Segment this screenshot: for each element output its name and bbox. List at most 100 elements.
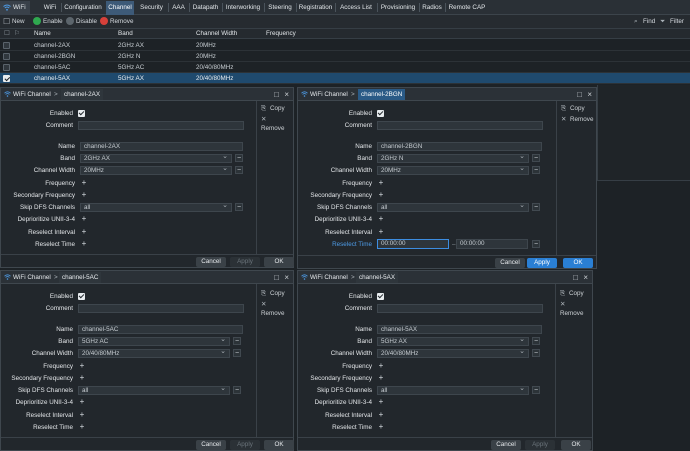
band-remove-button[interactable]: − [532,154,540,162]
remove-side-button[interactable]: ✕Remove [560,300,592,318]
ok-button[interactable]: OK [561,440,591,450]
close-icon[interactable]: × [587,89,592,100]
table-row[interactable]: channel-5AC 5GHz AC 20/40/80MHz [0,62,690,73]
close-icon[interactable]: × [583,272,588,283]
enabled-checkbox[interactable] [78,110,85,117]
reselect-time-from-input[interactable]: 00:00:00 [377,239,449,249]
reselect-interval-add-button[interactable]: + [78,411,86,419]
frequency-add-button[interactable]: + [80,179,88,187]
cancel-button[interactable]: Cancel [491,440,521,450]
filter-button[interactable]: Filter [670,17,684,27]
skip-dfs-select[interactable]: all [78,385,230,395]
tab-steering[interactable]: Steering [265,1,295,15]
width-remove-button[interactable]: − [532,166,540,174]
table-row[interactable]: channel-5AX 5GHz AX 20/40/80MHz [0,73,690,84]
remove-side-button[interactable]: ✕Remove [561,115,593,124]
add-icon[interactable]: ☐ [3,17,10,27]
row-checkbox[interactable] [3,53,10,60]
reselect-time-add-button[interactable]: + [78,423,86,431]
reselect-interval-add-button[interactable]: + [80,228,88,236]
secondary-frequency-add-button[interactable]: + [78,374,86,382]
secondary-frequency-add-button[interactable]: + [377,374,385,382]
tab-wifi-menu[interactable]: WiFi [0,1,30,15]
find-button[interactable]: Find [643,17,655,27]
band-remove-button[interactable]: − [235,154,243,162]
cancel-button[interactable]: Cancel [495,258,525,268]
reselect-time-add-button[interactable]: + [377,423,385,431]
table-row[interactable]: channel-2BGN 2GHz N 20MHz [0,51,690,62]
tab-access-list[interactable]: Access List [336,1,376,15]
deprioritize-add-button[interactable]: + [80,215,88,223]
frequency-add-button[interactable]: + [78,362,86,370]
ok-button[interactable]: OK [264,440,294,450]
column-header-frequency[interactable]: Frequency [266,30,296,38]
skip-dfs-remove-button[interactable]: − [235,203,243,211]
band-select[interactable]: 5GHz AC [78,336,230,346]
apply-button[interactable]: Apply [527,258,557,268]
reselect-time-remove-button[interactable]: − [532,240,540,248]
name-field[interactable]: channel-2AX [80,142,243,151]
skip-dfs-select[interactable]: all [377,202,529,212]
column-header-band[interactable]: Band [118,30,133,38]
band-select[interactable]: 2GHz AX [80,153,232,163]
comment-field[interactable] [377,121,543,130]
maximize-icon[interactable]: □ [274,89,279,100]
frequency-add-button[interactable]: + [377,362,385,370]
skip-dfs-remove-button[interactable]: − [233,386,241,394]
tab-security[interactable]: Security [136,1,167,15]
width-remove-button[interactable]: − [532,349,540,357]
reselect-time-to-input[interactable]: 00:00:00 [456,239,528,249]
enabled-checkbox[interactable] [78,293,85,300]
close-icon[interactable]: × [284,272,289,283]
column-header-name[interactable]: Name [34,30,51,38]
enabled-checkbox[interactable] [377,110,384,117]
tab-registration[interactable]: Registration [297,1,334,15]
maximize-icon[interactable]: □ [274,272,279,283]
tab-interworking[interactable]: Interworking [223,1,263,15]
name-field[interactable]: channel-5AX [377,325,542,334]
row-checkbox[interactable] [3,64,10,71]
reselect-time-add-button[interactable]: + [80,240,88,248]
remove-side-button[interactable]: ✕Remove [261,115,293,133]
tab-remote-cap[interactable]: Remote CAP [446,1,488,15]
secondary-frequency-add-button[interactable]: + [377,191,385,199]
table-row[interactable]: channel-2AX 2GHz AX 20MHz [0,40,690,51]
row-checkbox[interactable] [3,42,10,49]
band-remove-button[interactable]: − [532,337,540,345]
band-remove-button[interactable]: − [233,337,241,345]
channel-width-select[interactable]: 20/40/80MHz [78,348,230,358]
copy-button[interactable]: ⎘ Copy [561,104,585,113]
enabled-checkbox[interactable] [377,293,384,300]
copy-button[interactable]: ⎘ Copy [261,289,285,298]
enable-button[interactable]: Enable [43,17,63,27]
tab-channel[interactable]: Channel [106,1,134,15]
tab-aaa[interactable]: AAA [169,1,188,15]
disable-button[interactable]: Disable [76,17,97,27]
tab-provisioning[interactable]: Provisioning [378,1,418,15]
tab-datapath[interactable]: Datapath [190,1,221,15]
cancel-button[interactable]: Cancel [196,257,226,267]
row-checkbox[interactable] [3,75,10,82]
maximize-icon[interactable]: □ [577,89,582,100]
ok-button[interactable]: OK [264,257,294,267]
deprioritize-add-button[interactable]: + [78,398,86,406]
name-field[interactable]: channel-5AC [78,325,243,334]
tab-wifi[interactable]: WiFi [40,1,60,15]
band-select[interactable]: 2GHz N [377,153,529,163]
secondary-frequency-add-button[interactable]: + [80,191,88,199]
column-header-width[interactable]: Channel Width [196,30,237,38]
skip-dfs-remove-button[interactable]: − [532,203,540,211]
name-field[interactable]: channel-2BGN [377,142,542,151]
new-button[interactable]: New [12,17,25,27]
close-icon[interactable]: × [284,89,289,100]
width-remove-button[interactable]: − [235,166,243,174]
reselect-interval-add-button[interactable]: + [377,411,385,419]
ok-button[interactable]: OK [563,258,593,268]
deprioritize-add-button[interactable]: + [377,215,385,223]
apply-button[interactable]: Apply [525,440,555,450]
copy-button[interactable]: ⎘ Copy [560,289,584,298]
comment-field[interactable] [78,121,244,130]
channel-width-select[interactable]: 20MHz [80,165,232,175]
comment-field[interactable] [377,304,543,313]
width-remove-button[interactable]: − [233,349,241,357]
